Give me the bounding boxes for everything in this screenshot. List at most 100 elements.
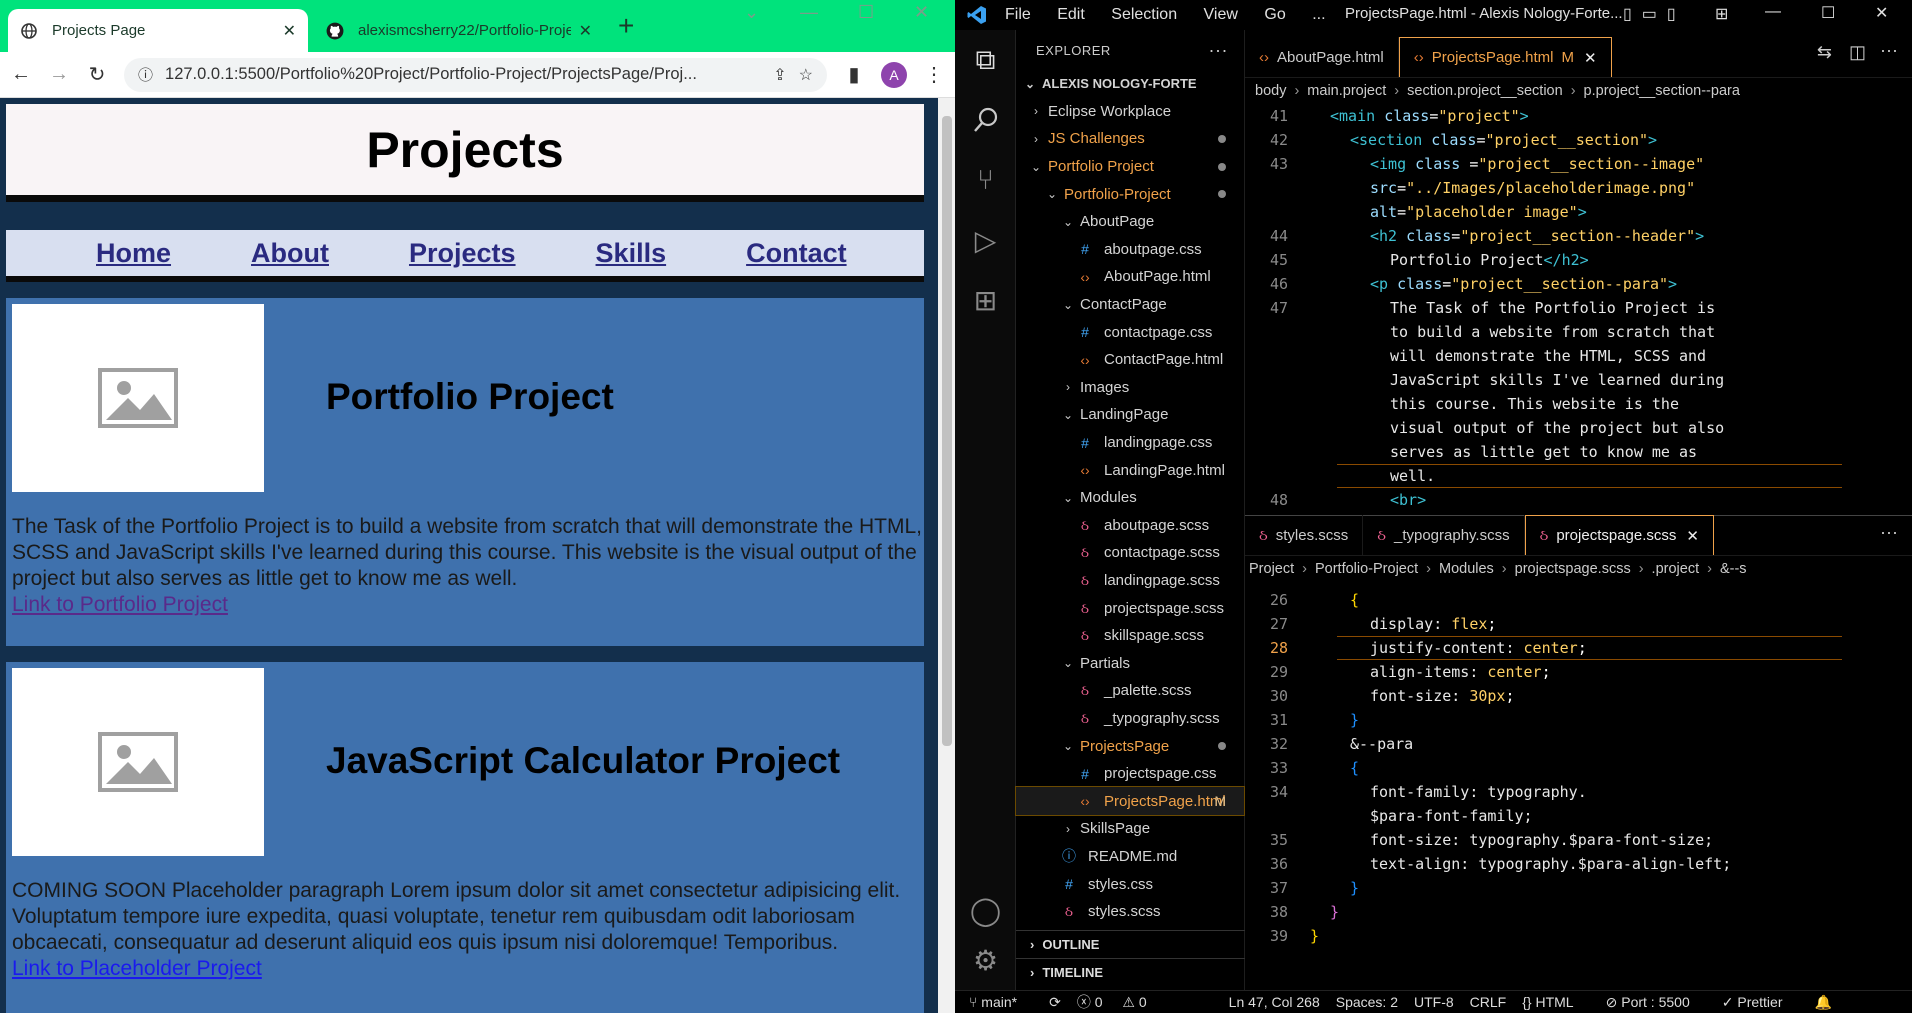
encoding-status[interactable]: UTF-8 <box>1414 994 1454 1010</box>
tree-item[interactable]: ‹› ProjectsPage.html M <box>1015 786 1245 817</box>
maximize-icon[interactable]: ☐ <box>1821 3 1835 23</box>
menu-view[interactable]: View <box>1204 6 1238 23</box>
tree-item[interactable]: ઠ aboutpage.scss <box>1016 512 1244 540</box>
breadcrumb-item[interactable]: projectspage.scss <box>1515 561 1631 577</box>
tree-item[interactable]: › SkillsPage <box>1016 815 1244 843</box>
menu-go[interactable]: Go <box>1264 6 1285 23</box>
tab-search-icon[interactable]: ⌄ <box>744 2 759 23</box>
menu-kebab-icon[interactable]: ⋮ <box>923 62 945 87</box>
nav-link-contact[interactable]: Contact <box>746 238 847 269</box>
menu-selection[interactable]: Selection <box>1111 6 1177 23</box>
tree-item[interactable]: # aboutpage.css <box>1016 236 1244 264</box>
tree-item[interactable]: ⌄ ContactPage <box>1016 291 1244 319</box>
minimize-icon[interactable]: — <box>1765 3 1781 21</box>
layout-toggle-icons[interactable]: ▯▭▯ <box>1623 4 1686 24</box>
back-icon[interactable]: ← <box>10 63 32 86</box>
tree-item[interactable]: ⌄ Portfolio-Project <box>1016 180 1244 208</box>
scrollbar-thumb[interactable] <box>942 116 952 746</box>
indentation-status[interactable]: Spaces: 2 <box>1336 994 1398 1010</box>
tree-item[interactable]: ‹› AboutPage.html <box>1016 263 1244 291</box>
page-scrollbar[interactable] <box>938 98 955 1013</box>
tree-item[interactable]: ⌄ LandingPage <box>1016 401 1244 429</box>
more-actions-icon[interactable]: ··· <box>1880 522 1898 543</box>
nav-link-projects[interactable]: Projects <box>409 238 516 269</box>
eol-status[interactable]: CRLF <box>1470 994 1507 1010</box>
extensions-icon[interactable]: ⊞ <box>955 270 1016 330</box>
reload-icon[interactable]: ↻ <box>86 62 108 87</box>
sync-icon[interactable]: ⟳ <box>1049 994 1061 1011</box>
share-icon[interactable]: ⇪ <box>773 65 786 85</box>
tree-item[interactable]: ઠ _typography.scss <box>1016 705 1244 733</box>
tree-item[interactable]: ⌄ Partials <box>1016 649 1244 677</box>
run-debug-icon[interactable]: ▷ <box>955 210 1016 270</box>
search-icon[interactable] <box>955 90 1016 150</box>
problems-status[interactable]: ⓧ 0 ⚠ 0 <box>1077 992 1163 1012</box>
explorer-icon[interactable]: ⧉ <box>955 30 1016 90</box>
nav-link-home[interactable]: Home <box>96 238 171 269</box>
cursor-position[interactable]: Ln 47, Col 268 <box>1229 994 1320 1010</box>
outline-panel-header[interactable]: › OUTLINE <box>1016 930 1245 958</box>
nav-link-about[interactable]: About <box>251 238 329 269</box>
tree-item[interactable]: ઠ projectspage.scss <box>1016 594 1244 622</box>
tree-item[interactable]: ઠ skillspage.scss <box>1016 622 1244 650</box>
menu-more[interactable]: ... <box>1312 6 1325 23</box>
close-icon[interactable]: ✕ <box>1584 49 1597 67</box>
breadcrumb-item[interactable]: .project <box>1652 561 1700 577</box>
customize-layout-icon[interactable]: ⊞ <box>1715 4 1728 24</box>
editor-tab-projectspage-scss[interactable]: ઠ projectspage.scss ✕ <box>1524 515 1714 555</box>
close-tab-icon[interactable]: ✕ <box>283 21 296 41</box>
tree-item[interactable]: ‹› LandingPage.html <box>1016 456 1244 484</box>
forward-icon[interactable]: → <box>48 63 70 86</box>
source-control-icon[interactable]: ⑂ <box>955 150 1016 210</box>
avatar[interactable]: A <box>881 61 907 88</box>
menu-edit[interactable]: Edit <box>1057 6 1085 23</box>
close-tab-icon[interactable]: ✕ <box>579 21 592 41</box>
tree-item[interactable]: # contactpage.css <box>1016 318 1244 346</box>
timeline-panel-header[interactable]: › TIMELINE <box>1016 958 1245 986</box>
tree-item[interactable]: › Eclipse Workplace <box>1016 98 1244 126</box>
tree-item[interactable]: ⌄ AboutPage <box>1016 208 1244 236</box>
close-window-icon[interactable]: ✕ <box>1875 3 1888 23</box>
tree-item[interactable]: ⌄ ProjectsPage <box>1016 732 1244 760</box>
maximize-icon[interactable]: ☐ <box>858 2 874 23</box>
tree-item[interactable]: ઠ _palette.scss <box>1016 677 1244 705</box>
minimize-icon[interactable]: — <box>800 2 818 23</box>
breadcrumb-item[interactable]: body <box>1255 83 1286 99</box>
tree-item[interactable]: › Images <box>1016 374 1244 402</box>
tree-item[interactable]: ઠ contactpage.scss <box>1016 539 1244 567</box>
side-panel-icon[interactable]: ▮ <box>843 62 865 87</box>
tree-item[interactable]: ઠ landingpage.scss <box>1016 567 1244 595</box>
project-link[interactable]: Link to Portfolio Project <box>12 592 922 618</box>
address-bar[interactable]: ⓘ 127.0.0.1:5500/Portfolio%20Project/Por… <box>124 57 827 92</box>
browser-tab-projects[interactable]: Projects Page ✕ <box>8 9 308 52</box>
tree-item[interactable]: ઠ styles.scss <box>1016 898 1244 926</box>
project-link[interactable]: Link to Placeholder Project <box>12 956 922 982</box>
browser-tab-github[interactable]: alexismcsherry22/Portfolio-Proje ✕ <box>314 9 604 52</box>
code-editor-top[interactable]: 41 <main class = "project" >42 <section class… <box>1245 104 1912 509</box>
breadcrumb-item[interactable]: &--s <box>1720 561 1747 577</box>
split-editor-icon[interactable]: ◫ <box>1849 42 1866 63</box>
breadcrumb-item[interactable]: Project <box>1249 561 1294 577</box>
tree-item[interactable]: ⓘ README.md <box>1016 843 1244 871</box>
nav-link-skills[interactable]: Skills <box>596 238 667 269</box>
tree-item[interactable]: ⌄ Modules <box>1016 484 1244 512</box>
notifications-icon[interactable]: 🔔 <box>1814 994 1831 1011</box>
tree-item[interactable]: # styles.css <box>1016 870 1244 898</box>
breadcrumb-item[interactable]: section.project__section <box>1407 83 1563 99</box>
close-icon[interactable]: ✕ <box>1686 527 1699 545</box>
editor-tab-styles-scss[interactable]: ઠ styles.scss <box>1245 515 1364 555</box>
close-window-icon[interactable]: ✕ <box>914 2 929 23</box>
live-server-status[interactable]: ⊘ Port : 5500 <box>1606 994 1706 1011</box>
tree-item[interactable]: ⌄ Portfolio Project <box>1016 153 1244 181</box>
tree-item[interactable]: # projectspage.css <box>1016 760 1244 788</box>
editor-tab-typography-scss[interactable]: ઠ _typography.scss <box>1363 515 1525 555</box>
compare-icon[interactable]: ⇆ <box>1817 42 1832 63</box>
breadcrumb-item[interactable]: p.project__section--para <box>1584 83 1740 99</box>
code-editor-bottom[interactable]: 26{27 display: flex; 28 justify-content: ce… <box>1245 588 1912 988</box>
more-actions-icon[interactable]: ··· <box>1209 40 1228 61</box>
menu-file[interactable]: File <box>1005 6 1031 23</box>
tree-item[interactable]: › JS Challenges <box>1016 125 1244 153</box>
editor-tab-aboutpage[interactable]: ‹› AboutPage.html <box>1245 37 1399 77</box>
site-info-icon[interactable]: ⓘ <box>138 64 153 85</box>
workspace-root[interactable]: ⌄ ALEXIS NOLOGY-FORTE <box>1016 70 1244 98</box>
